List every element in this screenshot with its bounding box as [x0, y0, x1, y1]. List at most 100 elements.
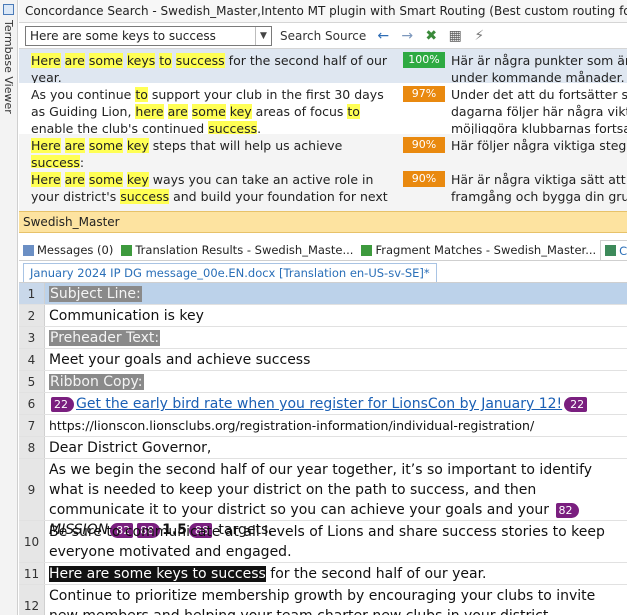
concordance-result-row[interactable]: Here are some key steps that will help u… [19, 134, 627, 170]
target-line: framgång och bygga din grun [451, 189, 627, 204]
lightning-icon[interactable]: ⚡ [470, 27, 488, 45]
result-target-text: Här är några viktiga sätt att ta framgång… [445, 168, 627, 211]
target-line: Under det att du fortsätter stö [451, 87, 627, 102]
segment-text: https://lionscon.lionsclubs.org/registra… [49, 418, 535, 433]
segment-number: 1 [19, 283, 45, 304]
segment-row[interactable]: 10 Be sure to communicate at all levels … [19, 521, 627, 563]
segment-row[interactable]: 6 22 Get the early bird rate when you reg… [19, 393, 627, 415]
concordance-icon [605, 245, 617, 256]
segment-number: 6 [19, 393, 45, 414]
delete-entry-icon[interactable]: ▦ [446, 27, 464, 45]
matched-term: some [88, 172, 123, 187]
matched-term: are [167, 104, 188, 119]
target-line: Här är några viktiga sätt att ta [451, 172, 627, 187]
clear-results-icon[interactable]: ✖ [422, 27, 440, 45]
concordance-results: Here are some keys to success for the se… [19, 49, 627, 211]
segment-row[interactable]: 7 https://lionscon.lionsclubs.org/regist… [19, 415, 627, 437]
segment-text: As we begin the second half of our year … [49, 462, 593, 518]
source-fragment: steps that will help us achieve [148, 138, 343, 153]
segment-row[interactable]: 9 As we begin the second half of our yea… [19, 459, 627, 538]
segment-row[interactable]: 8 Dear District Governor, [19, 437, 627, 459]
tag-open[interactable]: 22 [51, 396, 74, 412]
matched-term: success [120, 189, 170, 204]
concordance-result-row[interactable]: As you continue to support your club in … [19, 83, 627, 136]
segment-text: Ribbon Copy: [49, 374, 144, 390]
bottom-tab-strip: Messages (0) Translation Results - Swedis… [19, 239, 627, 261]
segment-link-text[interactable]: Get the early bird rate when you registe… [76, 396, 562, 412]
target-line: Här är några punkter som är a [451, 53, 627, 68]
target-line: under kommande månader. [451, 70, 625, 83]
segment-text: Preheader Text: [49, 330, 161, 346]
concordance-result-row[interactable]: Here are some key ways you can take an a… [19, 168, 627, 211]
matched-term: to [159, 53, 172, 68]
tag-close[interactable]: 22 [564, 396, 588, 412]
segment-number: 8 [19, 437, 45, 458]
segment-row[interactable]: 1 Subject Line: [19, 283, 627, 305]
segment-text: Dear District Governor, [49, 440, 212, 456]
match-score-badge: 90% [403, 171, 445, 187]
segment-number: 9 [19, 459, 45, 520]
tab-messages[interactable]: Messages (0) [19, 240, 117, 260]
matched-term: are [64, 172, 85, 187]
segment-row[interactable]: 2 Communication is key [19, 305, 627, 327]
segment-row[interactable]: 3 Preheader Text: [19, 327, 627, 349]
document-tab[interactable]: January 2024 IP DG message_00e.EN.docx [… [23, 263, 437, 282]
matched-term: are [64, 138, 85, 153]
concordance-panel-title: Concordance Search - Swedish_Master,Inte… [19, 0, 627, 23]
segment-text: Be sure to communicate at all levels of … [49, 524, 605, 560]
tag-open[interactable]: 82 [555, 502, 579, 518]
segment-number: 4 [19, 349, 45, 370]
search-value[interactable]: Here are some keys to success [26, 29, 255, 43]
concordance-toolbar: Here are some keys to success ▼ Search S… [19, 23, 627, 49]
segment-row[interactable]: 4 Meet your goals and achieve success [19, 349, 627, 371]
tab-fragment-matches[interactable]: Fragment Matches - Swedish_Master... [357, 240, 600, 260]
tab-label: Translation Results - Swedish_Maste... [135, 243, 354, 257]
termbase-viewer-strip[interactable]: Termbase Viewer [0, 0, 18, 615]
result-target-text: Under det att du fortsätter stö dagarna f… [445, 83, 627, 134]
segment-text: Continue to prioritize membership growth… [49, 588, 596, 615]
segment-text: for the second half of our year. [265, 566, 487, 582]
arrow-right-icon[interactable]: → [398, 27, 416, 45]
segment-text: Meet your goals and achieve success [49, 352, 311, 368]
segment-number: 12 [19, 585, 45, 615]
segment-text: Subject Line: [49, 286, 142, 302]
matched-term: to [135, 87, 148, 102]
result-source-text: Here are some keys to success for the se… [19, 49, 397, 85]
match-score-badge: 97% [403, 86, 445, 102]
tab-label: Concordance Se [619, 243, 627, 258]
search-source-button[interactable]: Search Source [278, 29, 368, 43]
matched-term: key [229, 104, 252, 119]
tab-concordance[interactable]: Concordance Se [600, 240, 627, 260]
segment-row[interactable]: 12 Continue to prioritize membership gro… [19, 585, 627, 615]
source-fragment: areas of focus [251, 104, 348, 119]
matched-term: Here [31, 172, 61, 187]
segment-number: 7 [19, 415, 45, 436]
tab-translation-results[interactable]: Translation Results - Swedish_Maste... [117, 240, 357, 260]
termbase-viewer-label[interactable]: Termbase Viewer [2, 20, 15, 114]
fragment-matches-icon [361, 244, 373, 256]
selected-text[interactable]: Here are some keys to success [49, 566, 266, 582]
segment-row[interactable]: 11 Here are some keys to success for the… [19, 563, 627, 585]
concordance-search-input[interactable]: Here are some keys to success ▼ [25, 25, 272, 46]
arrow-left-icon[interactable]: ← [374, 27, 392, 45]
tab-label: Messages (0) [37, 243, 114, 257]
matched-term: some [88, 138, 123, 153]
result-target-text: Här är några punkter som är a under komma… [445, 49, 627, 83]
match-score-badge: 100% [403, 52, 445, 68]
chevron-down-icon[interactable]: ▼ [255, 26, 271, 45]
messages-icon [23, 244, 34, 256]
segment-number: 5 [19, 371, 45, 392]
matched-term: keys [126, 53, 156, 68]
result-source-text: Here are some key steps that will help u… [19, 134, 397, 170]
main-area: Concordance Search - Swedish_Master,Inte… [19, 0, 627, 615]
tab-label: Fragment Matches - Swedish_Master... [375, 243, 597, 257]
concordance-result-row[interactable]: Here are some keys to success for the se… [19, 49, 627, 85]
source-fragment: As you continue [31, 87, 136, 102]
result-source-text: As you continue to support your club in … [19, 83, 397, 136]
segment-text: Communication is key [49, 308, 204, 324]
matched-term: key [126, 172, 149, 187]
matched-term: are [64, 53, 85, 68]
segment-row[interactable]: 5 Ribbon Copy: [19, 371, 627, 393]
document-tab-row: January 2024 IP DG message_00e.EN.docx [… [19, 261, 627, 283]
matched-term: some [191, 104, 226, 119]
